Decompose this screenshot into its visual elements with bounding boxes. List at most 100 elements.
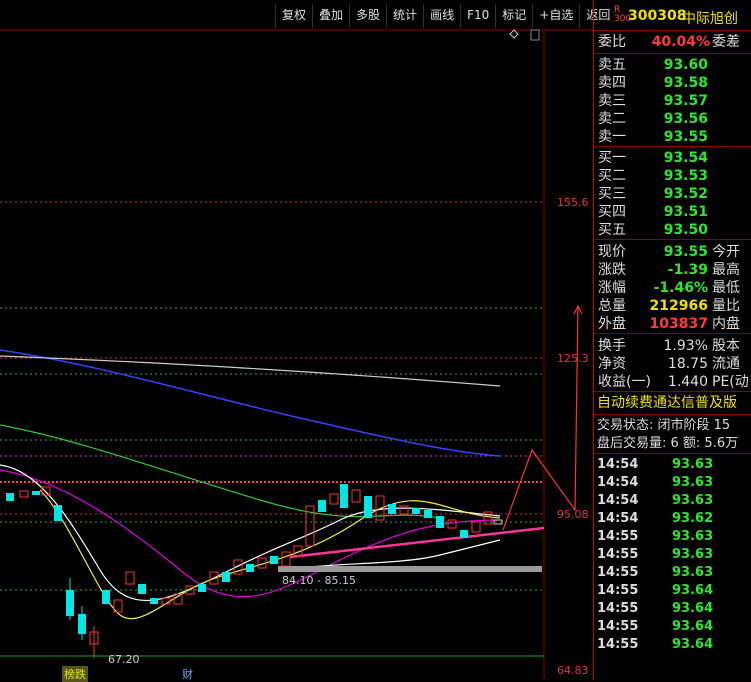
quote-value: 93.55 [663, 244, 708, 260]
tick-time: 14:55 [597, 601, 639, 616]
expand-icon[interactable] [530, 29, 540, 41]
ask-label: 卖一 [598, 129, 626, 145]
mark-button[interactable]: 标记 [495, 4, 532, 28]
tick-row: 14:55 93.63 [594, 564, 751, 582]
tick-row: 14:55 93.64 [594, 600, 751, 618]
ask-label: 卖五 [598, 57, 626, 73]
quote-right-label: 量比 [712, 298, 740, 314]
quote-value: 103837 [649, 316, 708, 332]
quote-value: 212966 [649, 298, 708, 314]
quote-right-label: 最低 [712, 280, 740, 296]
price-level-label: 64.83 [557, 664, 589, 677]
quote-panel: R 300 300308 中际旭创 委比 40.04% 委差 卖五 93.60 卖… [593, 0, 751, 680]
tick-time: 14:55 [597, 565, 639, 580]
trade-status-line: 盘后交易量: 6 额: 5.6万 [597, 436, 739, 451]
statistics-button[interactable]: 统计 [386, 4, 423, 28]
ask-row[interactable]: 卖四 93.58 [594, 74, 751, 92]
trade-status: 交易状态: 闭市阶段 15 盘后交易量: 6 额: 5.6万 [594, 414, 751, 453]
quote-block: 现价 93.55 今开 涨跌 -1.39 最高 涨幅 -1.46% 最低 总量 212966 量… [594, 239, 751, 333]
bid-label: 买一 [598, 150, 626, 166]
wei-bi-row: 委比 40.04% 委差 [594, 30, 751, 53]
bid-label: 买五 [598, 222, 626, 238]
quote-row: 现价 93.55 今开 [594, 243, 751, 261]
tick-list[interactable]: 14:54 93.63 14:54 93.63 14:54 93.63 14:54 93… [594, 453, 751, 654]
ma-green-line [0, 424, 441, 519]
quote-label: 现价 [598, 244, 626, 260]
ask-label: 卖二 [598, 111, 626, 127]
tick-price: 93.63 [672, 475, 714, 490]
multi-stock-button[interactable]: 多股 [349, 4, 386, 28]
tick-time: 14:55 [597, 619, 639, 634]
tick-price: 93.64 [672, 637, 714, 652]
wei-cha-label: 委差 [712, 34, 740, 50]
fund-label: 净资 [598, 356, 626, 372]
ask-row[interactable]: 卖三 93.57 [594, 92, 751, 110]
bid-row[interactable]: 买二 93.53 [594, 167, 751, 185]
chart-toolbar: 复权 叠加 多股 统计 画线 F10 标记 +自选 返回 [275, 4, 616, 28]
news-ticker[interactable]: 自动续费通达信普及版 [594, 391, 751, 414]
tick-row: 14:54 93.63 [594, 474, 751, 492]
restore-rights-button[interactable]: 复权 [275, 4, 312, 28]
overlay-button[interactable]: 叠加 [312, 4, 349, 28]
f10-button[interactable]: F10 [460, 4, 495, 28]
low-annotation: 67.20 [108, 653, 140, 666]
fund-label: 换手 [598, 338, 626, 354]
trade-status-line: 交易状态: 闭市阶段 15 [597, 418, 731, 433]
bid-row[interactable]: 买四 93.51 [594, 203, 751, 221]
bid-book: 买一 93.54 买二 93.53 买三 93.52 买四 93.51 买五 93.50 [594, 146, 751, 239]
stock-code: 300308 [628, 8, 687, 24]
quote-right-label: 最高 [712, 262, 740, 278]
quote-row: 涨跌 -1.39 最高 [594, 261, 751, 279]
tick-price: 93.63 [672, 565, 714, 580]
wei-bi-label: 委比 [598, 34, 626, 50]
fund-right-label: 股本 [712, 338, 740, 354]
stock-name: 中际旭创 [682, 11, 738, 27]
fund-row: 净资 18.75 流通 [594, 355, 751, 373]
fund-value: 1.440 [667, 374, 708, 390]
fund-label: 收益(一) [598, 374, 651, 390]
bid-row[interactable]: 买五 93.50 [594, 221, 751, 239]
ask-label: 卖三 [598, 93, 626, 109]
fund-value: 18.75 [667, 356, 708, 372]
quote-label: 总量 [598, 298, 626, 314]
wei-bi-value: 40.04% [651, 34, 710, 50]
price-level-label: 95.08 [557, 508, 589, 521]
trend-line[interactable] [289, 526, 545, 559]
diamond-icon[interactable] [509, 29, 519, 39]
quote-right-label: 今开 [712, 244, 740, 260]
bid-price: 93.53 [663, 168, 708, 184]
quote-label: 涨跌 [598, 262, 626, 278]
draw-line-button[interactable]: 画线 [423, 4, 460, 28]
tick-time: 14:55 [597, 547, 639, 562]
ask-price: 93.57 [663, 93, 708, 109]
ma-white-line [0, 464, 501, 602]
tick-time: 14:55 [597, 583, 639, 598]
quote-label: 涨幅 [598, 280, 626, 296]
bid-row[interactable]: 买三 93.52 [594, 185, 751, 203]
ask-row[interactable]: 卖五 93.60 [594, 56, 751, 74]
tick-price: 93.63 [672, 529, 714, 544]
ask-row[interactable]: 卖二 93.56 [594, 110, 751, 128]
kline-chart-area[interactable]: 复权 叠加 多股 统计 画线 F10 标记 +自选 返回 155.6 125.3… [0, 0, 610, 682]
add-watchlist-button[interactable]: +自选 [532, 4, 579, 28]
fund-row: 换手 1.93% 股本 [594, 337, 751, 355]
fund-value: 1.93% [663, 338, 708, 354]
range-annotation: 84.10 - 85.15 [282, 574, 356, 587]
support-band[interactable] [278, 566, 542, 572]
bid-row[interactable]: 买一 93.54 [594, 149, 751, 167]
ask-book: 卖五 93.60 卖四 93.58 卖三 93.57 卖二 93.56 卖一 93.55 [594, 53, 751, 146]
quote-row: 外盘 103837 内盘 [594, 315, 751, 333]
projection-path[interactable] [502, 305, 579, 531]
price-level-label: 155.6 [557, 196, 589, 209]
tick-time: 14:54 [597, 493, 639, 508]
tick-price: 93.64 [672, 583, 714, 598]
tick-row: 14:55 93.63 [594, 546, 751, 564]
fund-right-label: PE(动 [712, 374, 749, 390]
ask-price: 93.56 [663, 111, 708, 127]
ask-price: 93.58 [663, 75, 708, 91]
bid-price: 93.50 [663, 222, 708, 238]
tick-row: 14:54 93.63 [594, 492, 751, 510]
ask-row[interactable]: 卖一 93.55 [594, 128, 751, 146]
bid-price: 93.54 [663, 150, 708, 166]
tick-row: 14:55 93.64 [594, 636, 751, 654]
